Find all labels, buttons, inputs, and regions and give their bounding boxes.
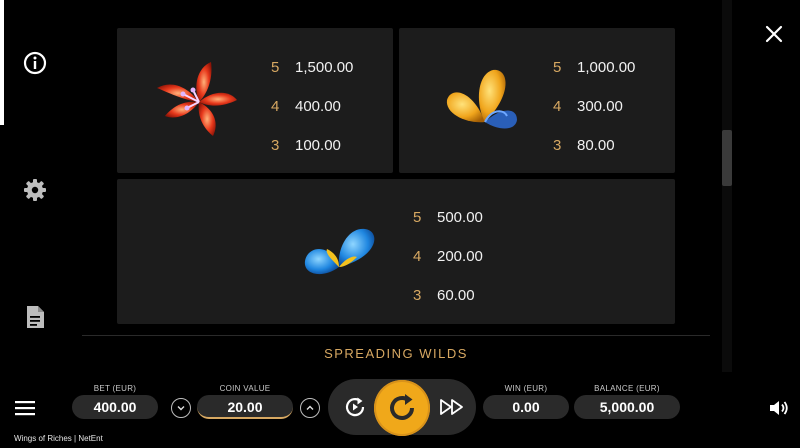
game-footer: Wings of Riches | NetEnt xyxy=(14,434,103,443)
scrollbar-track[interactable] xyxy=(722,0,732,372)
pay-count: 3 xyxy=(413,287,422,304)
pay-value: 300.00 xyxy=(577,98,623,115)
pay-row: 4 400.00 xyxy=(271,98,341,115)
pay-row: 3 100.00 xyxy=(271,137,341,154)
menu-button[interactable] xyxy=(14,399,36,417)
sidebar xyxy=(0,0,70,370)
pay-value: 60.00 xyxy=(437,287,475,304)
close-icon xyxy=(765,25,783,43)
blue-petal-icon xyxy=(304,228,375,275)
document-icon xyxy=(27,306,44,328)
balance-value: 5,000.00 xyxy=(574,395,680,419)
sidebar-item-info[interactable] xyxy=(20,48,50,78)
coin-value-decrease-button[interactable] xyxy=(171,398,191,418)
pay-row: 4 200.00 xyxy=(413,248,483,265)
pay-count: 5 xyxy=(271,59,280,76)
footer-separator: | xyxy=(74,434,77,443)
section-divider xyxy=(82,335,710,336)
pay-row: 4 300.00 xyxy=(553,98,623,115)
section-title: SPREADING WILDS xyxy=(324,346,468,361)
speaker-icon xyxy=(770,401,788,415)
scrollbar-thumb[interactable] xyxy=(722,130,732,186)
coin-value-label: COIN VALUE xyxy=(219,384,271,393)
chevron-down-icon xyxy=(177,406,185,411)
pay-row: 3 80.00 xyxy=(553,137,615,154)
pay-count: 4 xyxy=(413,248,422,265)
info-icon xyxy=(23,51,47,75)
paytable-card: 5 1,500.00 4 400.00 3 100.00 xyxy=(117,28,393,173)
autoplay-button[interactable] xyxy=(341,393,369,421)
red-flower-icon xyxy=(157,62,237,136)
pay-value: 400.00 xyxy=(295,98,341,115)
pay-count: 4 xyxy=(271,98,280,115)
pay-count: 5 xyxy=(553,59,562,76)
win-label: WIN (EUR) xyxy=(504,384,548,393)
bet-label: BET (EUR) xyxy=(93,384,137,393)
win-value: 0.00 xyxy=(483,395,569,419)
sidebar-item-settings[interactable] xyxy=(20,175,50,205)
pay-count: 3 xyxy=(553,137,562,154)
pay-count: 4 xyxy=(553,98,562,115)
game-name: Wings of Riches xyxy=(14,434,72,443)
pay-count: 3 xyxy=(271,137,280,154)
pay-row: 5 1,000.00 xyxy=(553,59,635,76)
pay-value: 1,000.00 xyxy=(577,59,636,76)
provider-name: NetEnt xyxy=(78,434,103,443)
turbo-button[interactable] xyxy=(438,395,466,419)
sound-button[interactable] xyxy=(768,398,790,418)
pay-value: 80.00 xyxy=(577,137,615,154)
golden-petal-icon xyxy=(446,69,517,129)
spin-icon xyxy=(390,394,414,420)
fast-forward-icon xyxy=(440,399,463,415)
close-button[interactable] xyxy=(762,22,786,46)
paytable-card: 5 500.00 4 200.00 3 60.00 xyxy=(117,179,675,324)
sidebar-item-rules[interactable] xyxy=(20,302,50,332)
autoplay-icon xyxy=(345,397,365,417)
pay-count: 5 xyxy=(413,209,422,226)
paytable-card: 5 1,000.00 4 300.00 3 80.00 xyxy=(399,28,675,173)
bet-value[interactable]: 400.00 xyxy=(72,395,158,419)
gear-icon xyxy=(24,179,46,201)
pay-row: 3 60.00 xyxy=(413,287,475,304)
pay-value: 1,500.00 xyxy=(295,59,354,76)
hamburger-menu-icon xyxy=(15,401,35,416)
chevron-up-icon xyxy=(306,405,314,410)
pay-value: 500.00 xyxy=(437,209,483,226)
pay-value: 200.00 xyxy=(437,248,483,265)
pay-value: 100.00 xyxy=(295,137,341,154)
pay-row: 5 1,500.00 xyxy=(271,59,353,76)
coin-value-increase-button[interactable] xyxy=(300,398,320,418)
pay-row: 5 500.00 xyxy=(413,209,483,226)
balance-label: BALANCE (EUR) xyxy=(594,384,660,393)
sidebar-active-indicator xyxy=(0,0,4,125)
coin-value-display[interactable]: 20.00 xyxy=(197,395,293,419)
spin-button[interactable] xyxy=(374,380,430,436)
